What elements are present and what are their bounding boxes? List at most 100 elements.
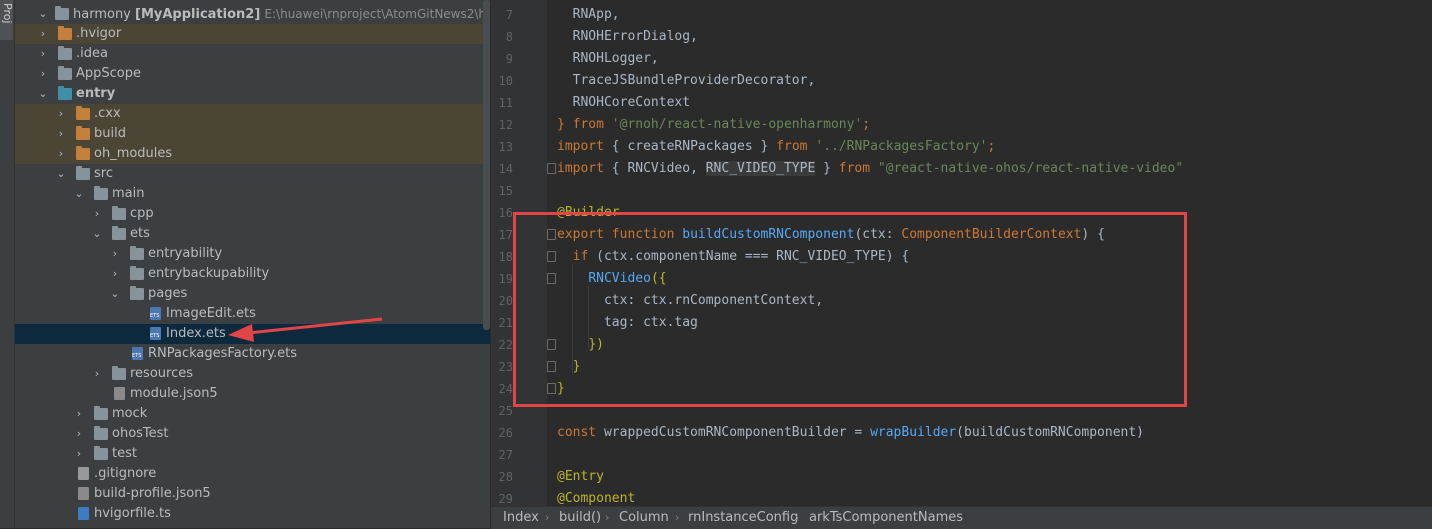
chevron-down-icon[interactable]: ⌄ bbox=[109, 284, 121, 304]
code-line-29: @Component bbox=[557, 491, 636, 506]
breadcrumb-item[interactable]: Index bbox=[503, 507, 539, 528]
tree-item-build-profile[interactable]: build-profile.json5 bbox=[15, 484, 490, 504]
breadcrumb-item[interactable]: build() bbox=[559, 507, 601, 528]
line-number: 20 bbox=[498, 294, 513, 308]
folder-icon bbox=[112, 206, 126, 220]
fold-marker-icon[interactable] bbox=[547, 163, 556, 174]
tree-item-cxx[interactable]: › .cxx bbox=[15, 104, 490, 124]
chevron-down-icon[interactable]: ⌄ bbox=[37, 4, 49, 24]
tree-item-src[interactable]: ⌄ src bbox=[15, 164, 490, 184]
chevron-right-icon[interactable]: › bbox=[91, 364, 103, 384]
tree-item-build[interactable]: › build bbox=[15, 124, 490, 144]
folder-icon bbox=[94, 186, 108, 200]
tree-root-harmony[interactable]: ⌄ harmony [MyApplication2] E:\huawei\rnp… bbox=[15, 4, 490, 24]
chevron-right-icon[interactable]: › bbox=[73, 444, 85, 464]
chevron-right-icon[interactable]: › bbox=[55, 144, 67, 164]
chevron-right-icon[interactable]: › bbox=[109, 244, 121, 264]
tree-item-gitignore[interactable]: .gitignore bbox=[15, 464, 490, 484]
tree-item-label: .gitignore bbox=[94, 466, 157, 481]
tree-item-label: .hvigor bbox=[76, 26, 122, 41]
tree-scrollbar[interactable] bbox=[483, 0, 490, 330]
tree-item-resources[interactable]: › resources bbox=[15, 364, 490, 384]
line-number: 23 bbox=[498, 360, 513, 374]
breadcrumb-item[interactable]: rnInstanceConfig bbox=[688, 507, 798, 528]
json-file-icon bbox=[114, 387, 125, 400]
tree-item-label: ImageEdit.ets bbox=[166, 306, 256, 321]
tree-item-hvigor[interactable]: › .hvigor bbox=[15, 24, 490, 44]
project-tool-tab[interactable]: Proj bbox=[0, 0, 14, 40]
chevron-right-icon: › bbox=[605, 511, 610, 524]
tree-item-entryability[interactable]: › entryability bbox=[15, 244, 490, 264]
chevron-right-icon[interactable]: › bbox=[37, 64, 49, 84]
tree-item-entry[interactable]: ⌄ entry bbox=[15, 84, 490, 104]
folder-icon bbox=[130, 266, 144, 280]
tree-item-pages[interactable]: ⌄ pages bbox=[15, 284, 490, 304]
breadcrumb: Index › build() › Column › rnInstanceCon… bbox=[491, 506, 1432, 529]
chevron-right-icon[interactable]: › bbox=[73, 424, 85, 444]
tree-item-ets[interactable]: ⌄ ets bbox=[15, 224, 490, 244]
tree-item-cpp[interactable]: › cpp bbox=[15, 204, 490, 224]
chevron-right-icon[interactable]: › bbox=[73, 404, 85, 424]
code-line-13: import { createRNPackages } from '../RNP… bbox=[557, 139, 996, 154]
tree-item-label: RNPackagesFactory.ets bbox=[148, 346, 298, 361]
folder-icon bbox=[76, 146, 90, 160]
tree-item-imageedit[interactable]: ImageEdit.ets bbox=[15, 304, 490, 324]
line-number: 7 bbox=[505, 8, 513, 22]
chevron-right-icon: › bbox=[675, 511, 680, 524]
code-line-28: @Entry bbox=[557, 469, 604, 484]
module-folder-icon bbox=[58, 86, 72, 100]
gitignore-file-icon bbox=[78, 467, 89, 480]
ets-file-icon bbox=[150, 327, 161, 340]
code-line-11: RNOHCoreContext bbox=[572, 95, 691, 110]
line-number: 18 bbox=[498, 250, 513, 264]
tree-item-main[interactable]: ⌄ main bbox=[15, 184, 490, 204]
tree-item-label: Index.ets bbox=[166, 326, 226, 341]
chevron-down-icon[interactable]: ⌄ bbox=[91, 224, 103, 244]
folder-icon bbox=[130, 286, 144, 300]
tree-item-mock[interactable]: › mock bbox=[15, 404, 490, 424]
breadcrumb-item[interactable]: Column bbox=[619, 507, 669, 528]
tree-item-test[interactable]: › test bbox=[15, 444, 490, 464]
tree-item-module-json5[interactable]: module.json5 bbox=[15, 384, 490, 404]
folder-icon bbox=[112, 226, 126, 240]
chevron-down-icon[interactable]: ⌄ bbox=[73, 184, 85, 204]
chevron-down-icon[interactable]: ⌄ bbox=[55, 164, 67, 184]
folder-icon bbox=[55, 6, 69, 20]
chevron-right-icon[interactable]: › bbox=[109, 264, 121, 284]
ets-file-icon bbox=[150, 307, 161, 320]
tree-item-index[interactable]: Index.ets bbox=[15, 324, 490, 344]
chevron-right-icon[interactable]: › bbox=[37, 24, 49, 44]
tree-item-ohostest[interactable]: › ohosTest bbox=[15, 424, 490, 444]
folder-icon bbox=[58, 26, 72, 40]
folder-icon bbox=[94, 446, 108, 460]
annotation-highlight-box bbox=[513, 212, 1187, 407]
project-tree[interactable]: ⌄ harmony [MyApplication2] E:\huawei\rnp… bbox=[15, 0, 490, 528]
tree-item-rnpackagesfactory[interactable]: RNPackagesFactory.ets bbox=[15, 344, 490, 364]
chevron-right-icon[interactable]: › bbox=[55, 104, 67, 124]
tree-item-entrybackupability[interactable]: › entrybackupability bbox=[15, 264, 490, 284]
tree-item-label: entryability bbox=[148, 246, 223, 261]
chevron-down-icon[interactable]: ⌄ bbox=[37, 84, 49, 104]
breadcrumb-item[interactable]: arkTsComponentNames bbox=[809, 507, 963, 528]
tree-item-label: cpp bbox=[130, 206, 154, 221]
tree-item-label: .idea bbox=[76, 46, 108, 61]
line-number: 12 bbox=[498, 118, 513, 132]
tree-item-label: ets bbox=[130, 226, 150, 241]
tree-item-label: oh_modules bbox=[94, 146, 173, 161]
tree-item-oh-modules[interactable]: › oh_modules bbox=[15, 144, 490, 164]
chevron-right-icon[interactable]: › bbox=[91, 204, 103, 224]
line-number: 10 bbox=[498, 74, 513, 88]
line-number: 19 bbox=[498, 272, 513, 286]
tree-item-label: main bbox=[112, 186, 145, 201]
folder-icon bbox=[94, 426, 108, 440]
tree-item-appscope[interactable]: › AppScope bbox=[15, 64, 490, 84]
line-number: 27 bbox=[498, 448, 513, 462]
tree-item-label: entry bbox=[76, 86, 116, 101]
chevron-right-icon[interactable]: › bbox=[37, 44, 49, 64]
tree-root-module: [MyApplication2] bbox=[135, 7, 261, 22]
tree-item-idea[interactable]: › .idea bbox=[15, 44, 490, 64]
line-number: 8 bbox=[505, 30, 513, 44]
folder-icon bbox=[76, 126, 90, 140]
tree-item-hvigorfile[interactable]: hvigorfile.ts bbox=[15, 504, 490, 524]
chevron-right-icon[interactable]: › bbox=[55, 124, 67, 144]
